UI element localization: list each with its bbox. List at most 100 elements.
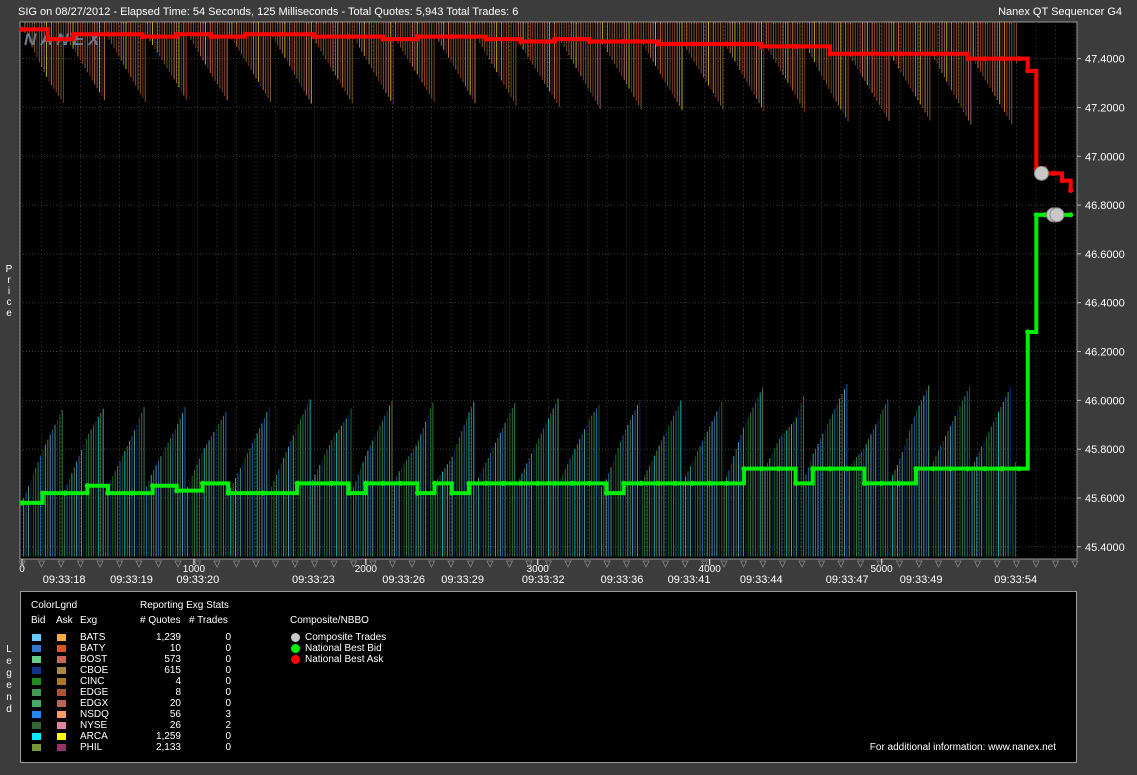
series-point: [346, 34, 352, 40]
series-point: [1016, 466, 1022, 472]
bid-swatch: [32, 667, 41, 674]
series-point: [260, 490, 266, 496]
time-label: 09:33:23: [292, 574, 335, 586]
y-tick-label: 47.0000: [1085, 151, 1125, 163]
series-point: [414, 34, 421, 40]
series-point: [655, 480, 661, 486]
trade-count: 0: [225, 643, 231, 654]
price-chart: SIG on 08/27/2012 - Elapsed Time: 54 Sec…: [0, 0, 1137, 590]
legend-colorlgnd-header: ColorLgnd: [31, 600, 78, 611]
series-point: [1016, 56, 1022, 62]
legend-label-char: e: [6, 680, 12, 691]
series-point: [810, 466, 816, 472]
series-point: [449, 34, 455, 40]
trade-count: 0: [225, 676, 231, 687]
series-point: [861, 480, 868, 486]
legend-bid-header: Bid: [31, 615, 46, 626]
series-point: [483, 36, 489, 42]
series-point: [40, 490, 46, 496]
composite-dot: [291, 655, 300, 664]
series-point: [70, 31, 77, 37]
series-point: [896, 51, 902, 57]
series-point: [1033, 212, 1039, 218]
quote-count: 26: [169, 720, 181, 731]
series-point: [208, 34, 214, 40]
y-tick-label: 45.8000: [1085, 444, 1125, 456]
bid-swatch: [32, 700, 41, 707]
time-label: 09:33:18: [43, 574, 86, 586]
y-tick-label: 46.0000: [1085, 395, 1125, 407]
series-point: [603, 490, 610, 496]
series-point: [449, 490, 455, 496]
legend-composite-header: Composite/NBBO: [290, 615, 369, 626]
y-tick-label: 46.2000: [1085, 347, 1125, 359]
y-tick-label: 46.4000: [1085, 298, 1125, 310]
x-tick-label: 5000: [870, 564, 893, 575]
series-point: [724, 480, 730, 486]
x-tick-label: 0: [19, 564, 25, 575]
series-point: [225, 490, 231, 496]
chart-title: SIG on 08/27/2012 - Elapsed Time: 54 Sec…: [18, 6, 518, 18]
series-point: [500, 480, 506, 486]
legend-side-label-svg: Legend: [6, 644, 12, 715]
series-point: [999, 56, 1005, 62]
quote-count: 1,259: [155, 731, 181, 742]
legend-exg-header: Exg: [80, 615, 98, 626]
series-point: [930, 466, 936, 472]
quote-count: 8: [175, 687, 181, 698]
time-label: 09:33:19: [110, 574, 153, 586]
series-point: [724, 41, 730, 47]
series-point: [827, 51, 833, 57]
trade-count: 0: [225, 687, 231, 698]
bid-swatch: [32, 744, 41, 751]
series-point: [621, 480, 627, 486]
series-point: [45, 36, 51, 42]
series-point: [242, 31, 249, 37]
series-point: [397, 480, 403, 486]
quote-count: 10: [169, 643, 181, 654]
series-point: [346, 490, 352, 496]
series-point: [535, 480, 541, 486]
quote-count: 1,239: [155, 632, 181, 643]
time-label: 09:33:29: [441, 574, 484, 586]
series-point: [878, 480, 885, 486]
series-point: [328, 480, 335, 486]
legend-label-char: d: [6, 704, 12, 715]
time-label: 09:33:20: [176, 574, 219, 586]
series-point: [586, 480, 592, 486]
series-point: [999, 466, 1005, 472]
composite-trade-point: [1033, 165, 1049, 181]
legend-panel: ColorLgnd Bid Ask Exg Reporting Exg Stat…: [20, 591, 1077, 763]
series-point: [896, 480, 902, 486]
series-point: [1025, 68, 1031, 74]
y-tick-label: 47.2000: [1085, 102, 1125, 114]
y-label-char: i: [8, 286, 10, 297]
quote-count: 2,133: [155, 742, 181, 753]
series-point: [758, 43, 764, 50]
y-label-char: e: [6, 308, 12, 319]
bid-swatch: [32, 645, 41, 652]
composite-dot: [291, 644, 300, 653]
quote-count: 615: [164, 665, 181, 676]
series-point: [483, 480, 489, 486]
series-point: [84, 483, 90, 489]
series-point: [913, 466, 919, 472]
series-point: [105, 490, 111, 496]
y-label-char: c: [7, 297, 12, 308]
series-point: [758, 466, 764, 472]
series-point: [793, 43, 799, 50]
series-point: [775, 466, 782, 472]
bid-swatch: [32, 656, 41, 663]
series-point: [294, 480, 300, 486]
series-point: [432, 480, 438, 486]
ask-swatch: [57, 722, 66, 729]
series-point: [277, 31, 283, 37]
exchange-name: CBOE: [80, 665, 109, 676]
footer-info: For additional information: www.nanex.ne…: [869, 742, 1056, 753]
legend-label-char: g: [6, 668, 12, 679]
quote-count: 56: [169, 709, 181, 720]
series-point: [844, 466, 850, 472]
series-point: [517, 480, 524, 486]
composite-label: National Best Ask: [305, 654, 384, 665]
exchange-name: ARCA: [80, 731, 108, 742]
